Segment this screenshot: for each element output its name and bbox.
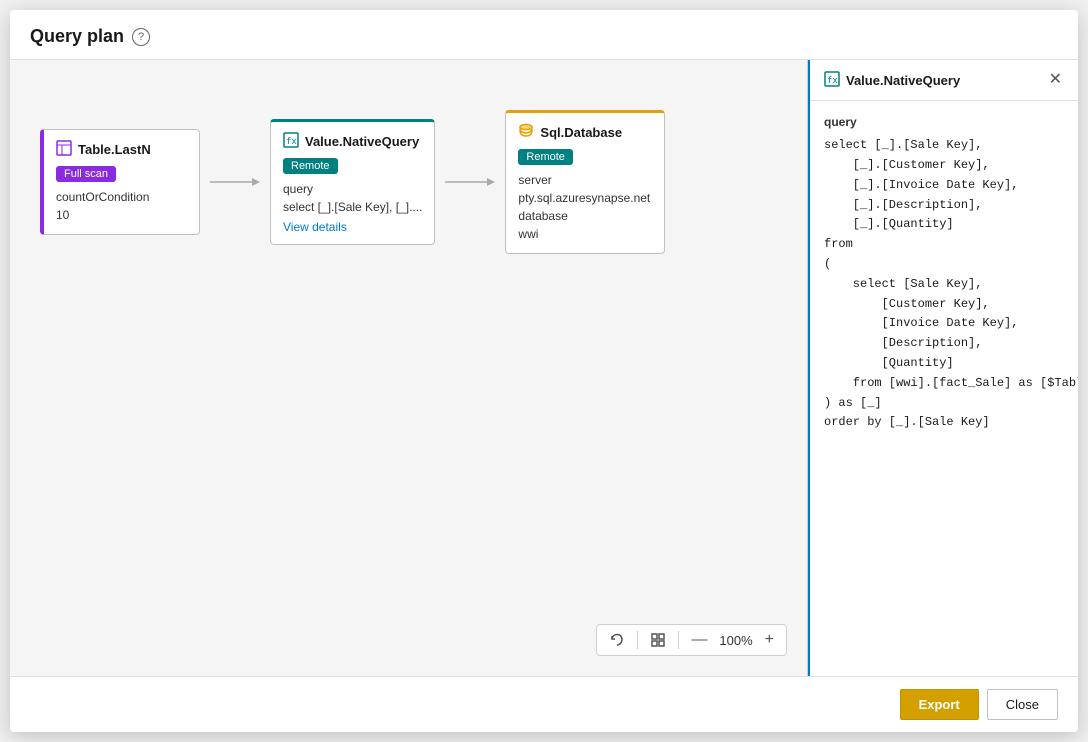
node-table-lastn[interactable]: Table.LastN Full scan countOrCondition 1… (40, 129, 200, 235)
node-table-lastn-header: Table.LastN (56, 140, 187, 159)
zoom-controls: — 100% + (596, 624, 787, 656)
zoom-out-button[interactable]: — (687, 629, 711, 651)
zoom-divider-2 (678, 631, 679, 649)
panel-header: fx Value.NativeQuery ✕ (810, 60, 1078, 101)
dialog-title: Query plan (30, 26, 124, 47)
view-details-link[interactable]: View details (283, 220, 422, 234)
zoom-divider-1 (637, 631, 638, 649)
zoom-level: 100% (719, 633, 752, 648)
dialog-header: Query plan ? (10, 10, 1078, 60)
node-table-lastn-badge: Full scan (56, 166, 116, 182)
node-value-native-query-badge: Remote (283, 158, 338, 174)
value-icon: fx (283, 132, 299, 151)
node-sql-database-server-value: pty.sql.azuresynapse.net (518, 189, 652, 207)
canvas-area[interactable]: Table.LastN Full scan countOrCondition 1… (10, 60, 808, 676)
panel-close-button[interactable]: ✕ (1047, 70, 1064, 90)
dialog-body: Table.LastN Full scan countOrCondition 1… (10, 60, 1078, 676)
node-table-lastn-prop0: countOrCondition (56, 188, 187, 206)
panel-title: Value.NativeQuery (846, 73, 960, 88)
fit-view-button[interactable] (646, 630, 670, 650)
sql-icon (518, 123, 534, 142)
export-button[interactable]: Export (900, 689, 979, 720)
help-icon[interactable]: ? (132, 28, 150, 46)
panel-icon: fx (824, 71, 840, 90)
query-plan-dialog: Query plan ? (10, 10, 1078, 732)
node-value-native-query-prop-label: query (283, 180, 422, 198)
panel-body: query select [_].[Sale Key], [_].[Custom… (810, 101, 1078, 676)
svg-text:fx: fx (286, 137, 297, 147)
node-sql-database-database-value: wwi (518, 225, 652, 243)
node-sql-database-database-label: database (518, 207, 652, 225)
panel-section-label: query (824, 113, 1064, 132)
table-icon (56, 140, 72, 159)
arrow-1 (210, 172, 260, 192)
panel-code: select [_].[Sale Key], [_].[Customer Key… (824, 136, 1064, 433)
detail-panel: fx Value.NativeQuery ✕ query select [_].… (808, 60, 1078, 676)
dialog-footer: Export Close (10, 676, 1078, 732)
node-value-native-query-title: Value.NativeQuery (305, 134, 419, 149)
node-value-native-query[interactable]: fx Value.NativeQuery Remote query select… (270, 119, 435, 245)
close-button[interactable]: Close (987, 689, 1058, 720)
zoom-in-button[interactable]: + (761, 629, 778, 651)
node-value-native-query-prop-value: select [_].[Sale Key], [_].... (283, 198, 422, 216)
svg-text:fx: fx (827, 76, 838, 86)
node-sql-database-server-label: server (518, 171, 652, 189)
undo-button[interactable] (605, 630, 629, 650)
nodes-container: Table.LastN Full scan countOrCondition 1… (40, 110, 665, 254)
node-sql-database-header: Sql.Database (518, 123, 652, 142)
node-sql-database-title: Sql.Database (540, 125, 622, 140)
node-table-lastn-prop1: 10 (56, 206, 187, 224)
node-sql-database[interactable]: Sql.Database Remote server pty.sql.azure… (505, 110, 665, 254)
panel-title-row: fx Value.NativeQuery (824, 71, 960, 90)
node-sql-database-badge: Remote (518, 149, 573, 165)
arrow-2 (445, 172, 495, 192)
node-value-native-query-header: fx Value.NativeQuery (283, 132, 422, 151)
node-table-lastn-title: Table.LastN (78, 142, 151, 157)
